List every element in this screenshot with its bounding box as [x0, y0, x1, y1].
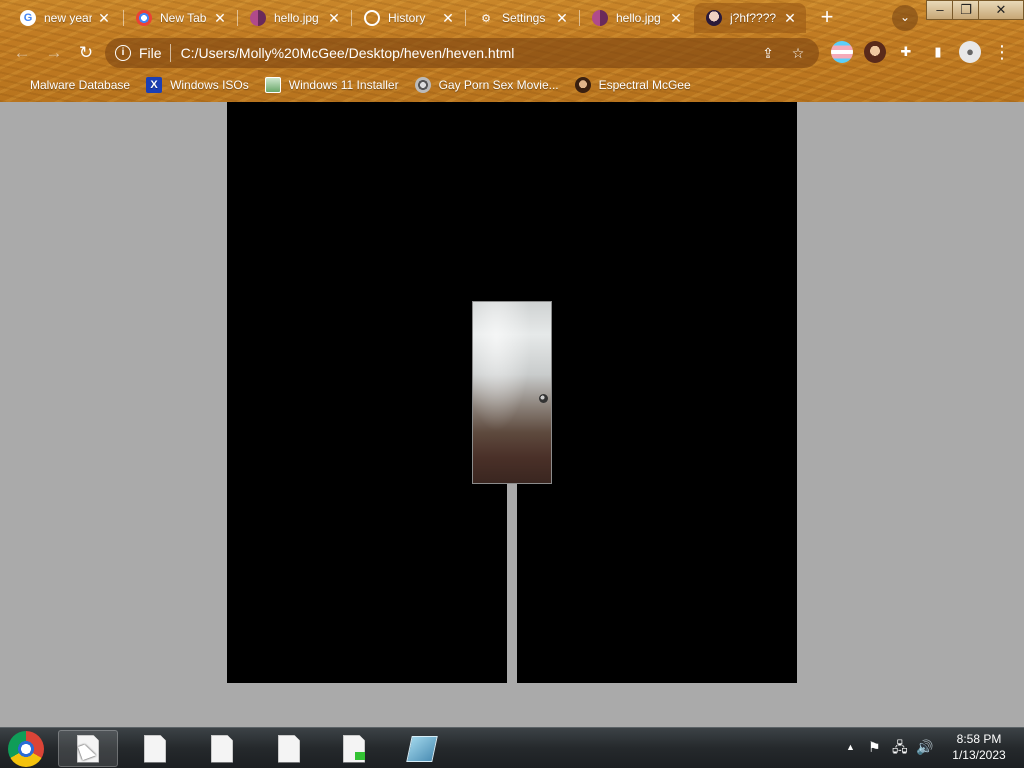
close-window-button[interactable]: ✕ — [978, 0, 1024, 20]
close-tab-icon[interactable]: ✕ — [668, 10, 684, 26]
black-stage — [227, 102, 797, 683]
trans-flag-extension-icon[interactable] — [831, 41, 853, 63]
door-image[interactable] — [472, 301, 552, 484]
network-icon[interactable]: 🖧 — [892, 727, 908, 768]
chrome-taskbar-icon[interactable] — [8, 731, 44, 767]
taskbar-document[interactable] — [125, 730, 185, 767]
bookmark-label: Malware Database — [30, 78, 131, 92]
tab-title: History — [388, 11, 426, 25]
document-icon — [144, 734, 166, 763]
system-clock[interactable]: 8:58 PM 1/13/2023 — [940, 731, 1018, 763]
tab-settings[interactable]: ⚙ Settings ✕ — [466, 3, 578, 33]
close-tab-icon[interactable]: ✕ — [96, 10, 112, 26]
taskbar-document[interactable] — [192, 730, 252, 767]
gear-icon: ⚙ — [481, 12, 491, 25]
url-text[interactable]: C:/Users/Molly%20McGee/Desktop/heven/hev… — [181, 45, 749, 61]
bookmarks-bar: Malware Database X Windows ISOs Windows … — [0, 70, 1024, 100]
tab-title: Settings — [502, 11, 546, 25]
document-icon — [211, 734, 233, 763]
info-icon[interactable]: i — [115, 45, 131, 61]
document-icon — [278, 734, 300, 763]
forward-button[interactable]: → — [42, 41, 66, 65]
minimize-button[interactable]: – — [926, 0, 954, 20]
anime-icon — [706, 10, 722, 26]
chrome-icon — [136, 10, 152, 26]
bookmark-windows-11-installer[interactable]: Windows 11 Installer — [264, 77, 399, 93]
bookmark-windows-isos[interactable]: X Windows ISOs — [146, 77, 249, 93]
face-icon — [574, 77, 591, 93]
disc-icon — [414, 77, 431, 93]
avatar-extension-icon[interactable] — [864, 41, 886, 63]
extensions-puzzle-icon[interactable]: ✚ — [895, 41, 917, 63]
document-green-icon — [343, 734, 365, 763]
tab-title: New Tab — [160, 11, 207, 25]
tab-hello-jpg[interactable]: hello.jpg ✕ — [238, 3, 350, 33]
browser-chrome: G new year ✕ New Tab ✕ hello.jpg ✕ Histo… — [0, 0, 1024, 102]
tab-title: hello.jpg — [274, 11, 319, 25]
image-icon — [250, 10, 266, 26]
taskbar-document[interactable] — [259, 730, 319, 767]
notepad-icon — [406, 735, 438, 762]
profile-avatar-icon[interactable]: ● — [959, 41, 981, 63]
close-tab-icon[interactable]: ✕ — [782, 10, 798, 26]
tab-search-button[interactable]: ⌄ — [892, 5, 918, 31]
bookmark-label: Windows 11 Installer — [288, 78, 399, 92]
address-bar[interactable]: i File C:/Users/Molly%20McGee/Desktop/he… — [105, 38, 819, 68]
bookmark-star-icon[interactable]: ☆ — [787, 45, 809, 62]
back-button[interactable]: ← — [10, 41, 34, 65]
close-tab-icon[interactable]: ✕ — [440, 10, 456, 26]
tab-title: new year — [44, 11, 92, 25]
show-hidden-icons-icon[interactable]: ▲ — [846, 727, 855, 768]
new-tab-button[interactable]: + — [814, 6, 840, 30]
side-panel-icon[interactable]: ▮ — [927, 41, 949, 63]
blank-icon — [14, 77, 22, 93]
close-tab-icon[interactable]: ✕ — [554, 10, 570, 26]
door-knob — [539, 394, 548, 403]
image-icon — [264, 77, 281, 93]
menu-kebab-icon[interactable]: ⋮ — [991, 41, 1013, 63]
omnibox-divider — [169, 44, 171, 62]
tab-history[interactable]: History ✕ — [352, 3, 464, 33]
history-icon — [364, 10, 380, 26]
tab-title: j?hf???? — [730, 11, 777, 25]
tab-new-tab[interactable]: New Tab ✕ — [124, 3, 236, 33]
tab-new-year[interactable]: G new year ✕ — [8, 3, 120, 33]
tab-hello-jpg-2[interactable]: hello.jpg ✕ — [580, 3, 692, 33]
bookmark-movie[interactable]: Gay Porn Sex Movie... — [414, 77, 559, 93]
bookmark-label: Espectral McGee — [598, 78, 691, 92]
maximize-button[interactable]: ❐ — [952, 0, 980, 20]
google-icon: G — [20, 10, 36, 26]
image-icon — [592, 10, 608, 26]
close-tab-icon[interactable]: ✕ — [326, 10, 342, 26]
volume-icon[interactable]: 🔊 — [916, 727, 933, 768]
bookmark-label: Gay Porn Sex Movie... — [438, 78, 559, 92]
tab-active-jhf[interactable]: j?hf???? ✕ — [694, 3, 806, 33]
clock-time: 8:58 PM — [956, 732, 1002, 746]
taskbar-document-green[interactable] — [324, 730, 384, 767]
close-tab-icon[interactable]: ✕ — [212, 10, 228, 26]
bookmark-malware-database[interactable]: Malware Database — [14, 77, 130, 93]
share-icon[interactable]: ⇪ — [757, 45, 779, 62]
tab-title: hello.jpg — [616, 11, 661, 25]
url-scheme: File — [139, 45, 162, 61]
reload-button[interactable]: ↻ — [74, 41, 98, 65]
action-center-flag-icon[interactable]: ⚑ — [868, 727, 881, 768]
taskbar-notepad[interactable] — [392, 730, 452, 767]
tab-strip: G new year ✕ New Tab ✕ hello.jpg ✕ Histo… — [0, 0, 1024, 34]
vertical-gap — [507, 484, 517, 683]
bookmark-label: Windows ISOs — [170, 78, 249, 92]
clock-date: 1/13/2023 — [952, 748, 1006, 762]
page-viewport — [0, 102, 1024, 727]
bookmark-espectral-mcgee[interactable]: Espectral McGee — [574, 77, 691, 93]
x-icon: X — [146, 77, 163, 93]
